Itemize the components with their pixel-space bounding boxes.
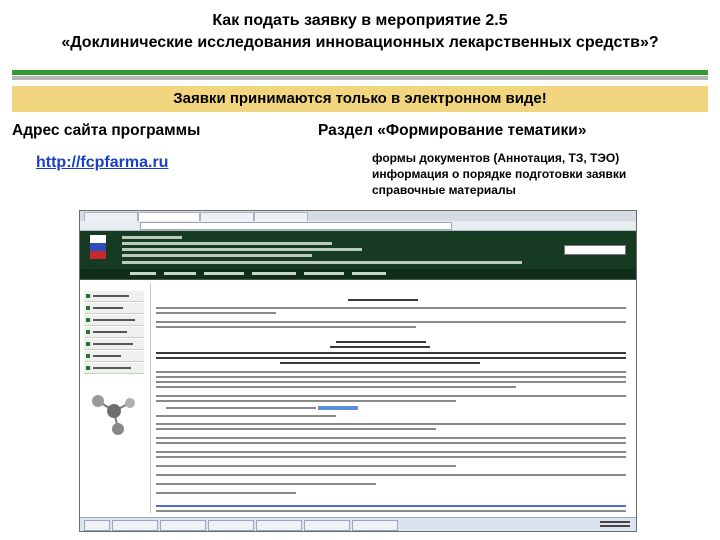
content-text-line bbox=[156, 415, 336, 417]
content-text-line bbox=[156, 381, 626, 383]
content-text-line bbox=[156, 492, 296, 494]
site-address-label: Адрес сайта программы bbox=[12, 122, 201, 139]
sidebar-separator bbox=[150, 283, 151, 513]
content-text-line bbox=[156, 423, 626, 425]
content-text-line bbox=[156, 326, 416, 328]
header-text-line bbox=[122, 248, 362, 251]
content-heading-line bbox=[280, 362, 480, 364]
site-search-input[interactable] bbox=[564, 245, 626, 255]
nav-item[interactable] bbox=[204, 272, 244, 275]
content-text-line bbox=[156, 505, 626, 507]
slide-title: Как подать заявку в мероприятие 2.5 «Док… bbox=[0, 10, 720, 54]
sidebar-item[interactable] bbox=[84, 351, 144, 362]
taskbar-app-button[interactable] bbox=[160, 520, 206, 531]
content-text-line bbox=[156, 307, 626, 309]
content-text-line bbox=[156, 312, 276, 314]
content-text-line bbox=[156, 376, 626, 378]
content-text-line bbox=[156, 465, 456, 467]
content-text-line bbox=[156, 437, 626, 439]
header-text-line bbox=[122, 261, 522, 264]
content-heading-line bbox=[156, 352, 626, 354]
section-label: Раздел «Формирование тематики» bbox=[318, 122, 587, 139]
content-text-line bbox=[156, 474, 626, 476]
content-text-line bbox=[156, 510, 626, 512]
sidebar-item[interactable] bbox=[84, 339, 144, 350]
address-bar[interactable] bbox=[140, 222, 452, 230]
header-text-line bbox=[122, 254, 312, 257]
nav-item[interactable] bbox=[164, 272, 196, 275]
content-text-line bbox=[166, 407, 316, 409]
content-heading-line bbox=[330, 346, 430, 348]
russian-flag-icon bbox=[90, 235, 106, 259]
list-item: информация о порядке подготовки заявки bbox=[372, 167, 627, 181]
taskbar-app-button[interactable] bbox=[304, 520, 350, 531]
list-item: справочные материалы bbox=[372, 183, 516, 197]
content-heading-line bbox=[336, 341, 426, 343]
site-screenshot bbox=[79, 210, 637, 532]
header-text-line bbox=[122, 242, 332, 245]
nav-item[interactable] bbox=[304, 272, 344, 275]
sidebar-item[interactable] bbox=[84, 315, 144, 326]
list-item: формы документов (Аннотация, ТЗ, ТЭО) bbox=[372, 151, 620, 165]
nav-item[interactable] bbox=[252, 272, 296, 275]
taskbar-app-button[interactable] bbox=[256, 520, 302, 531]
divider-green bbox=[12, 70, 708, 75]
slide-title-line2: «Доклинические исследования инновационны… bbox=[61, 34, 659, 51]
content-text-line bbox=[156, 395, 626, 397]
content-text-line bbox=[156, 451, 626, 453]
content-text-line bbox=[156, 321, 626, 323]
electronic-only-banner: Заявки принимаются только в электронном … bbox=[12, 86, 708, 112]
content-heading-line bbox=[156, 357, 626, 359]
sidebar-item[interactable] bbox=[84, 291, 144, 302]
taskbar-app-button[interactable] bbox=[352, 520, 398, 531]
divider-grey bbox=[12, 76, 708, 80]
content-text-line bbox=[156, 456, 626, 458]
taskbar-app-button[interactable] bbox=[112, 520, 158, 531]
sidebar-item[interactable] bbox=[84, 363, 144, 374]
sidebar-item[interactable] bbox=[84, 327, 144, 338]
content-link-highlight[interactable] bbox=[318, 406, 358, 410]
nav-item[interactable] bbox=[352, 272, 386, 275]
program-site-link[interactable]: http://fcpfarma.ru bbox=[36, 154, 168, 172]
start-button[interactable] bbox=[84, 520, 110, 531]
content-heading-line bbox=[348, 299, 418, 301]
section-contents-list: формы документов (Аннотация, ТЗ, ТЭО) ин… bbox=[372, 150, 626, 198]
content-text-line bbox=[156, 442, 626, 444]
sidebar-item[interactable] bbox=[84, 303, 144, 314]
taskbar-clock bbox=[600, 519, 630, 529]
header-text-line bbox=[122, 236, 182, 239]
content-text-line bbox=[156, 400, 456, 402]
molecule-icon bbox=[92, 395, 135, 435]
content-text-line bbox=[156, 428, 436, 430]
content-text-line bbox=[156, 386, 516, 388]
nav-item[interactable] bbox=[130, 272, 156, 275]
content-text-line bbox=[156, 371, 626, 373]
content-text-line bbox=[156, 483, 376, 485]
slide-title-line1: Как подать заявку в мероприятие 2.5 bbox=[212, 12, 508, 29]
taskbar-app-button[interactable] bbox=[208, 520, 254, 531]
